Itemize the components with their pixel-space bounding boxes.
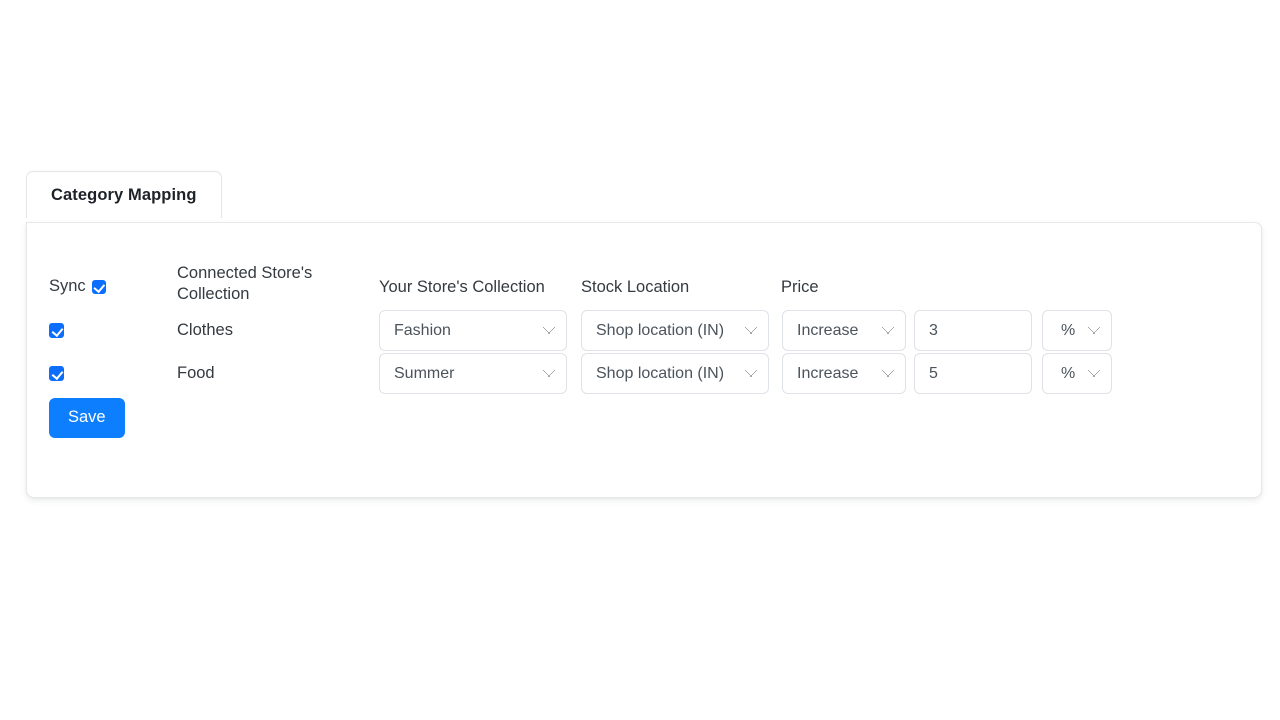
price-amount-input[interactable]	[914, 353, 1032, 394]
stock-location-select[interactable]: Shop location (IN)	[581, 353, 769, 394]
save-button[interactable]: Save	[49, 398, 125, 438]
form-actions: Save	[49, 398, 125, 438]
header-label-stock-location: Stock Location	[581, 278, 689, 296]
price-amount-input[interactable]	[914, 310, 1032, 351]
mapping-table: Sync Connected Store's Collection Your S…	[49, 263, 1112, 395]
price-unit-select[interactable]: %	[1042, 353, 1112, 394]
header-label-your-collection: Your Store's Collection	[379, 278, 545, 296]
table-row: Food Summer Shop location (IN) Increase	[49, 352, 1112, 395]
header-cell-sync: Sync	[49, 263, 177, 297]
price-direction-select[interactable]: Increase	[782, 310, 906, 351]
row-cell-sync	[49, 323, 177, 338]
your-collection-select[interactable]: Fashion	[379, 310, 567, 351]
header-cells-controls: Your Store's Collection Stock Location P…	[379, 263, 1041, 298]
row-sync-checkbox[interactable]	[49, 323, 64, 338]
category-mapping-panel: Sync Connected Store's Collection Your S…	[26, 222, 1262, 498]
header-cell-price: Price	[781, 277, 1041, 298]
header-cell-stock-location: Stock Location	[581, 277, 781, 298]
stock-location-select[interactable]: Shop location (IN)	[581, 310, 769, 351]
row-cell-sync	[49, 366, 177, 381]
app-root: Category Mapping Sync Connected Store's …	[0, 0, 1280, 720]
table-row: Clothes Fashion Shop location (IN) Incre…	[49, 309, 1112, 352]
row-cell-source-collection: Food	[177, 365, 379, 383]
row-cell-controls: Fashion Shop location (IN) Increase %	[379, 310, 1112, 351]
header-label-price: Price	[781, 278, 819, 296]
header-label-connected-collection: Connected Store's Collection	[177, 264, 312, 303]
tab-category-mapping[interactable]: Category Mapping	[26, 171, 222, 218]
tab-bar: Category Mapping	[26, 171, 222, 218]
row-sync-checkbox[interactable]	[49, 366, 64, 381]
price-unit-select[interactable]: %	[1042, 310, 1112, 351]
header-label-sync: Sync	[49, 276, 86, 297]
source-collection-label: Clothes	[177, 321, 233, 339]
sync-all-checkbox[interactable]	[92, 280, 106, 294]
header-cell-your-collection: Your Store's Collection	[379, 277, 581, 298]
table-header-row: Sync Connected Store's Collection Your S…	[49, 263, 1112, 309]
your-collection-select[interactable]: Summer	[379, 353, 567, 394]
row-cell-source-collection: Clothes	[177, 322, 379, 340]
row-cell-controls: Summer Shop location (IN) Increase %	[379, 353, 1112, 394]
header-cell-connected-collection: Connected Store's Collection	[177, 263, 379, 305]
table-body: Clothes Fashion Shop location (IN) Incre…	[49, 309, 1112, 395]
source-collection-label: Food	[177, 364, 215, 382]
price-direction-select[interactable]: Increase	[782, 353, 906, 394]
